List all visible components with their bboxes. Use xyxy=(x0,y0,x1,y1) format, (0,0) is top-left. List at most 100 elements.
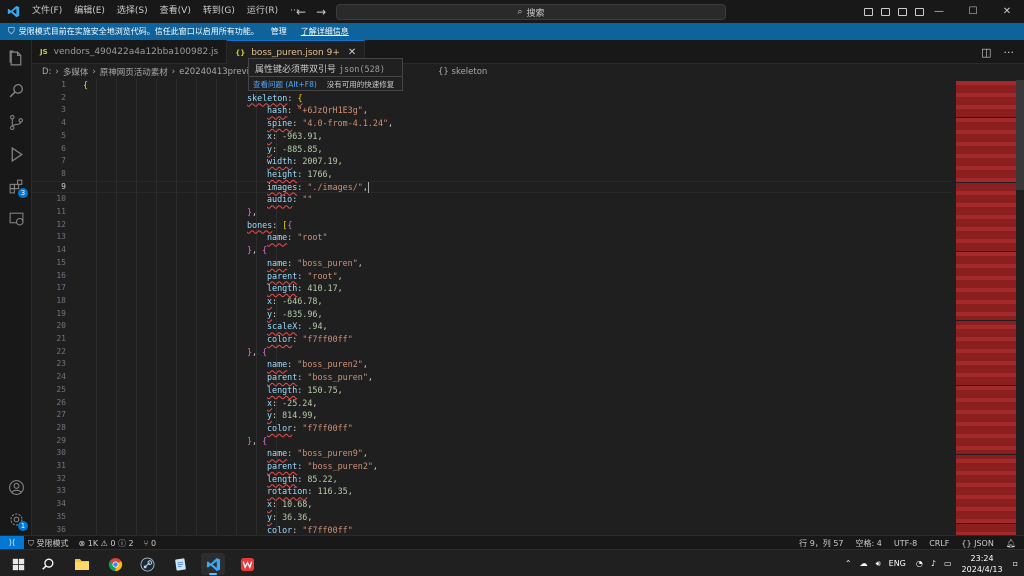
vscode-taskbar-icon[interactable] xyxy=(201,553,225,575)
code-line[interactable]: color: "f7ff00ff" xyxy=(267,333,353,346)
indentation[interactable]: 空格: 4 xyxy=(856,538,882,549)
minimap[interactable] xyxy=(956,79,1016,536)
code-line[interactable]: color: "f7ff00ff" xyxy=(267,422,353,435)
code-line[interactable]: spine: "4.0-from-4.1.24", xyxy=(267,117,393,130)
notepad-app-icon[interactable] xyxy=(168,553,192,575)
sound-icon[interactable]: 🔊︎ xyxy=(876,559,881,569)
code-line[interactable]: bones: [{ xyxy=(247,219,292,232)
code-line[interactable]: width: 2007.19, xyxy=(267,155,343,168)
restricted-mode-status[interactable]: ⛉ 受限模式 xyxy=(28,538,69,549)
code-line[interactable]: y: -835.96, xyxy=(267,308,322,321)
notifications-bell-icon[interactable]: 🔔︎ xyxy=(1006,539,1016,548)
windows-start-icon[interactable] xyxy=(6,553,30,575)
menu-go[interactable]: 转到(G) xyxy=(197,0,241,23)
forward-arrow-icon[interactable]: → xyxy=(316,5,326,19)
code-line[interactable]: name: "root" xyxy=(267,231,328,244)
encoding[interactable]: UTF-8 xyxy=(894,539,917,548)
banner-manage-link[interactable]: 管理 xyxy=(271,26,287,37)
account-icon[interactable] xyxy=(6,477,26,497)
minimize-icon[interactable]: — xyxy=(922,0,956,23)
ports-status[interactable]: ⑂ 0 xyxy=(144,539,156,548)
speaker-icon[interactable]: ♪ xyxy=(931,559,936,568)
code-line[interactable]: name: "boss_puren2", xyxy=(267,358,368,371)
breadcrumb-drive[interactable]: D: xyxy=(42,67,51,77)
source-control-icon[interactable] xyxy=(6,112,26,132)
code-line[interactable]: hash: "+6JzQrH1E3g", xyxy=(267,104,368,117)
taskbar-search-icon[interactable] xyxy=(36,553,60,575)
tab-vendors-js[interactable]: JS vendors_490422a4a12bba100982.js xyxy=(32,40,228,64)
search-view-icon[interactable] xyxy=(6,80,26,100)
code-line[interactable]: x: 10.68, xyxy=(267,498,312,511)
wps-office-icon[interactable] xyxy=(235,553,259,575)
taskbar-clock[interactable]: 23:24 2024/4/13 xyxy=(962,553,1003,575)
toggle-panel-icon[interactable] xyxy=(881,7,890,16)
run-debug-icon[interactable] xyxy=(6,144,26,164)
remote-indicator[interactable]: ⟩⟨ xyxy=(0,536,24,550)
code-line[interactable]: x: -646.78, xyxy=(267,295,322,308)
code-line[interactable]: { xyxy=(83,79,88,92)
explorer-icon[interactable] xyxy=(6,48,26,68)
banner-learn-more-link[interactable]: 了解详细信息 xyxy=(301,26,349,37)
toggle-secondary-sidebar-icon[interactable] xyxy=(898,7,907,16)
menu-run[interactable]: 运行(R) xyxy=(241,0,284,23)
code-line[interactable]: name: "boss_puren", xyxy=(267,257,363,270)
maximize-icon[interactable]: ☐ xyxy=(956,0,990,23)
close-tab-icon[interactable]: ✕ xyxy=(348,47,356,58)
code-area[interactable]: { skeleton: {hash: "+6JzQrH1E3g", spine: "… xyxy=(83,79,963,535)
cursor-position[interactable]: 行 9，列 57 xyxy=(799,538,843,549)
manage-gear-icon[interactable]: 1 xyxy=(6,509,28,531)
code-line[interactable]: parent: "root", xyxy=(267,270,343,283)
code-line[interactable]: images: "./images/", xyxy=(267,181,369,194)
code-line[interactable]: y: 36.36, xyxy=(267,511,312,524)
code-line[interactable]: length: 410.17, xyxy=(267,282,343,295)
code-line[interactable]: height: 1766, xyxy=(267,168,333,181)
code-line[interactable]: length: 85.22, xyxy=(267,473,338,486)
code-line[interactable]: rotation: 116.35, xyxy=(267,485,353,498)
battery-icon[interactable]: ▭ xyxy=(944,559,952,568)
code-line[interactable]: parent: "boss_puren2", xyxy=(267,460,378,473)
toggle-primary-sidebar-icon[interactable] xyxy=(864,7,873,16)
code-line[interactable]: skeleton: { xyxy=(247,92,302,105)
view-problem-link[interactable]: 查看问题 (Alt+F8) xyxy=(253,79,317,90)
code-line[interactable]: y: 814.99, xyxy=(267,409,317,422)
close-window-icon[interactable]: ✕ xyxy=(990,0,1024,23)
code-line[interactable]: x: -963.91, xyxy=(267,130,322,143)
back-arrow-icon[interactable]: ← xyxy=(296,5,306,19)
wifi-icon[interactable]: ◔ xyxy=(916,559,923,568)
menu-file[interactable]: 文件(F) xyxy=(26,0,68,23)
code-line[interactable]: name: "boss_puren9", xyxy=(267,447,368,460)
command-center-search[interactable]: ⌕ 搜索 xyxy=(336,4,726,20)
extensions-icon[interactable]: 3 xyxy=(6,176,28,198)
input-language[interactable]: ENG xyxy=(889,559,906,568)
breadcrumb-symbol[interactable]: {} skeleton xyxy=(438,64,491,79)
file-explorer-icon[interactable] xyxy=(70,553,94,575)
code-line[interactable]: parent: "boss_puren", xyxy=(267,371,373,384)
split-editor-icon[interactable]: ◫ xyxy=(981,46,991,59)
code-editor[interactable]: 1 2 3 4 5 6 7 8 9 10 11 12 13 14 15 16 17 18 19 20 21 22 23 24 2… xyxy=(32,79,1024,535)
code-line[interactable]: length: 150.75, xyxy=(267,384,343,397)
menu-selection[interactable]: 选择(S) xyxy=(111,0,154,23)
chrome-icon[interactable] xyxy=(103,553,127,575)
menu-view[interactable]: 查看(V) xyxy=(154,0,197,23)
code-line[interactable]: audio: "" xyxy=(267,193,312,206)
breadcrumb-folder[interactable]: 多媒体 xyxy=(63,66,89,78)
code-line[interactable]: y: -885.85, xyxy=(267,143,322,156)
language-mode[interactable]: {} JSON xyxy=(961,539,993,548)
tray-overflow-chevron-icon[interactable]: ⌃ xyxy=(845,559,852,568)
breadcrumb-folder[interactable]: 原神网页活动素材 xyxy=(100,66,168,78)
code-line[interactable]: }, { xyxy=(247,346,267,359)
scrollbar-thumb[interactable] xyxy=(1016,80,1024,190)
onedrive-cloud-icon[interactable]: ☁ xyxy=(860,559,868,568)
remote-explorer-icon[interactable] xyxy=(6,208,26,228)
problems-status[interactable]: ⊗ 1K ⚠ 0 ⓘ 2 xyxy=(79,538,134,549)
menu-edit[interactable]: 编辑(E) xyxy=(68,0,111,23)
steam-icon[interactable] xyxy=(135,553,159,575)
code-line[interactable]: x: -25.24, xyxy=(267,397,317,410)
code-line[interactable]: }, xyxy=(247,206,257,219)
notification-center-icon[interactable]: ▫ xyxy=(1013,559,1018,568)
more-actions-icon[interactable]: ··· xyxy=(1004,46,1015,59)
code-line[interactable]: }, { xyxy=(247,244,267,257)
code-line[interactable]: }, { xyxy=(247,435,267,448)
end-of-line[interactable]: CRLF xyxy=(929,539,949,548)
code-line[interactable]: scaleX: .94, xyxy=(267,320,328,333)
